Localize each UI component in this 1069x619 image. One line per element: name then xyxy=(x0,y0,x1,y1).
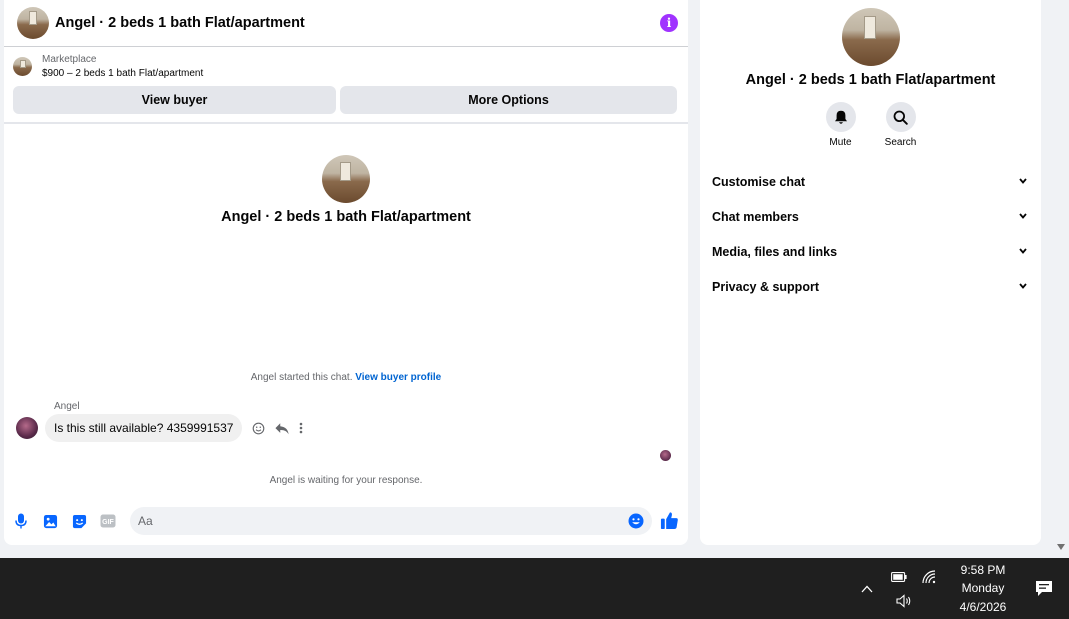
message-input-wrapper xyxy=(130,507,652,535)
intro-avatar[interactable] xyxy=(322,155,370,203)
chevron-down-icon xyxy=(1019,246,1027,257)
info-sections: Customise chat Chat members Media, files… xyxy=(700,164,1041,304)
listing-price: $900 – 2 beds 1 bath Flat/apartment xyxy=(42,68,204,79)
view-buyer-profile-link[interactable]: View buyer profile xyxy=(355,372,441,383)
system-tray: 9:58 PM Monday 4/6/2026 xyxy=(857,558,1069,619)
chevron-down-icon xyxy=(1019,176,1027,187)
sender-name: Angel xyxy=(54,401,80,412)
section-label: Chat members xyxy=(712,209,799,224)
section-label: Media, files and links xyxy=(712,244,838,259)
search-icon xyxy=(885,102,916,132)
mute-button[interactable]: Mute xyxy=(825,102,857,148)
divider xyxy=(4,122,688,124)
scroll-down-arrow[interactable] xyxy=(1057,544,1065,550)
chat-header: Angel · 2 beds 1 bath Flat/apartment i xyxy=(4,0,688,47)
section-label: Privacy & support xyxy=(712,279,819,294)
more-icon[interactable] xyxy=(299,422,303,434)
taskbar: 9:58 PM Monday 4/6/2026 xyxy=(0,558,1069,619)
volume-icon[interactable] xyxy=(894,593,914,608)
chat-panel: Angel · 2 beds 1 bath Flat/apartment i M… xyxy=(4,0,688,545)
section-media-files-links[interactable]: Media, files and links xyxy=(700,234,1041,269)
wifi-icon[interactable] xyxy=(919,569,939,584)
reply-icon[interactable] xyxy=(275,422,290,435)
seen-indicator-avatar xyxy=(660,450,671,461)
search-label: Search xyxy=(884,137,917,148)
chevron-down-icon xyxy=(1019,211,1027,222)
chat-avatar[interactable] xyxy=(17,7,49,39)
sender-avatar[interactable] xyxy=(16,417,38,439)
chat-title[interactable]: Angel · 2 beds 1 bath Flat/apartment xyxy=(55,15,660,31)
clock-date: 4/6/2026 xyxy=(959,599,1007,614)
microphone-icon[interactable] xyxy=(12,512,30,530)
section-chat-members[interactable]: Chat members xyxy=(700,199,1041,234)
chat-info-panel: Angel · 2 beds 1 bath Flat/apartment Mut… xyxy=(700,0,1041,545)
intro-title: Angel · 2 beds 1 bath Flat/apartment xyxy=(221,209,471,225)
like-icon[interactable] xyxy=(660,511,680,531)
marketplace-listing: Marketplace $900 – 2 beds 1 bath Flat/ap… xyxy=(4,47,688,124)
emoji-icon[interactable] xyxy=(628,513,644,529)
clock-day: Monday xyxy=(961,581,1005,596)
notification-icon[interactable] xyxy=(1019,580,1069,597)
search-button[interactable]: Search xyxy=(885,102,917,148)
gif-icon[interactable]: GIF xyxy=(99,512,117,530)
bell-icon xyxy=(825,102,856,132)
clock[interactable]: 9:58 PM Monday 4/6/2026 xyxy=(947,561,1019,617)
more-options-button[interactable]: More Options xyxy=(340,86,677,114)
listing-label: Marketplace xyxy=(42,54,97,65)
info-icon[interactable]: i xyxy=(660,14,678,32)
chat-intro: Angel · 2 beds 1 bath Flat/apartment xyxy=(4,155,688,225)
chat-started-notice: Angel started this chat. View buyer prof… xyxy=(4,372,688,383)
view-buyer-button[interactable]: View buyer xyxy=(13,86,336,114)
info-title: Angel · 2 beds 1 bath Flat/apartment xyxy=(745,72,996,88)
clock-time: 9:58 PM xyxy=(960,562,1006,577)
message-row: Is this still available? 4359991537 xyxy=(16,414,303,442)
section-privacy-support[interactable]: Privacy & support xyxy=(700,269,1041,304)
section-customise-chat[interactable]: Customise chat xyxy=(700,164,1041,199)
gif-label: GIF xyxy=(102,519,114,526)
listing-summary[interactable]: Marketplace $900 – 2 beds 1 bath Flat/ap… xyxy=(13,54,678,79)
listing-thumbnail xyxy=(13,57,32,76)
battery-icon[interactable] xyxy=(889,570,909,584)
waiting-notice: Angel is waiting for your response. xyxy=(269,475,423,486)
image-icon[interactable] xyxy=(41,512,59,530)
section-label: Customise chat xyxy=(712,174,806,189)
mute-label: Mute xyxy=(829,137,852,148)
message-bubble[interactable]: Is this still available? 4359991537 xyxy=(45,414,243,442)
started-text: Angel started this chat. xyxy=(250,372,353,383)
info-avatar[interactable] xyxy=(841,8,900,66)
react-icon[interactable] xyxy=(252,422,265,435)
chevron-up-icon[interactable] xyxy=(857,585,877,593)
message-composer: GIF xyxy=(12,507,680,535)
message-input[interactable] xyxy=(138,514,628,528)
chevron-down-icon xyxy=(1019,281,1027,292)
sticker-icon[interactable] xyxy=(70,512,88,530)
